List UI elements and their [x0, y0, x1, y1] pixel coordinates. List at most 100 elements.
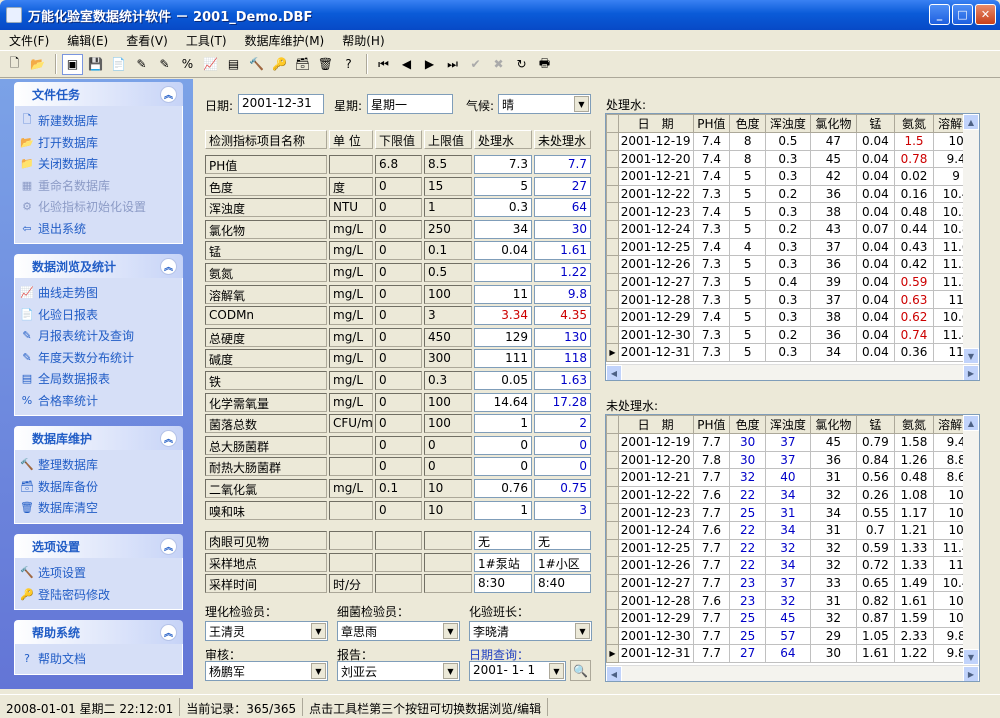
table-cell[interactable]: 34 — [765, 556, 811, 575]
table-cell[interactable]: 2001-12-21 — [617, 167, 694, 186]
chevron-down-icon[interactable]: ▼ — [311, 623, 326, 639]
row-indicator[interactable] — [606, 608, 619, 628]
table-cell[interactable]: 7.4 — [692, 149, 731, 169]
table-cell[interactable]: 0.16 — [893, 184, 935, 204]
arrow-up-icon[interactable]: ▲ — [963, 415, 979, 431]
table-cell[interactable]: 39 — [809, 272, 857, 292]
row-indicator[interactable] — [606, 433, 619, 452]
value-cell[interactable]: 0.76 — [474, 479, 532, 498]
table-cell[interactable]: 32 — [809, 608, 857, 628]
table-cell[interactable]: 7.3 — [692, 272, 731, 292]
value-cell[interactable]: 64 — [534, 198, 591, 218]
table-cell[interactable]: 7.3 — [692, 343, 731, 362]
sidebar-item-close-db[interactable]: 📁 关闭数据库 — [19, 153, 182, 175]
table-row[interactable]: 2001-12-21 7.7 32 40 31 0.56 0.48 8.6 — [606, 468, 979, 487]
table-cell[interactable]: 0.04 — [855, 343, 895, 362]
table-cell[interactable]: 36 — [809, 184, 857, 204]
table-cell[interactable]: 2001-12-27 — [617, 573, 694, 593]
table-cell[interactable]: 5 — [729, 255, 767, 274]
table-cell[interactable]: 38 — [809, 202, 857, 221]
table-cell[interactable]: 0.36 — [893, 343, 935, 362]
table-cell[interactable]: 23 — [729, 573, 767, 593]
sidebar-item-backup-db[interactable]: 🗃 数据库备份 — [19, 476, 182, 498]
table-cell[interactable]: 2.33 — [893, 626, 935, 646]
table-cell[interactable]: 37 — [765, 573, 811, 593]
table-cell[interactable]: 33 — [809, 573, 857, 593]
table-cell[interactable]: 5 — [729, 184, 767, 204]
table-cell[interactable]: 7.4 — [692, 307, 731, 327]
table-cell[interactable]: 8 — [729, 149, 767, 169]
panel-header[interactable]: 选项设置 ︽ — [14, 534, 183, 558]
row-indicator[interactable] — [606, 503, 619, 522]
table-cell[interactable]: 32 — [729, 468, 767, 487]
table-cell[interactable]: 7.3 — [692, 255, 731, 274]
table-cell[interactable]: 0.3 — [765, 343, 811, 362]
untreated-grid[interactable]: 日 期 PH值 色度 浑浊度 氯化物锰氨氮 溶解氧 2001-12-19 7.7 30 37 45 0… — [605, 414, 980, 682]
next-record-icon[interactable]: ▶ — [419, 54, 440, 75]
panel-header[interactable]: 数据浏览及统计 ︽ — [14, 254, 183, 278]
table-cell[interactable]: 7.8 — [692, 450, 731, 470]
table-cell[interactable]: 7.7 — [692, 503, 731, 522]
table-row[interactable]: 2001-12-26 7.3 5 0.3 36 0.04 0.42 11.2 — [606, 255, 979, 274]
table-cell[interactable]: 2001-12-28 — [617, 290, 694, 309]
table-cell[interactable]: 29 — [809, 626, 857, 646]
sidebar-item-rename-db[interactable]: ▦ 重命名数据库 — [19, 175, 182, 197]
cancel-icon[interactable]: ✖ — [488, 54, 509, 75]
table-row[interactable]: 2001-12-23 7.7 25 31 34 0.55 1.17 10 — [606, 503, 979, 522]
chief-select[interactable]: 李晓清 ▼ — [469, 621, 592, 641]
collapse-icon[interactable]: ︽ — [160, 85, 177, 103]
arrow-right-icon[interactable]: ▶ — [963, 365, 979, 380]
backup-icon[interactable]: 🗃 — [292, 54, 313, 75]
search-icon[interactable]: 🔍 — [570, 660, 591, 681]
value-cell[interactable]: 7.3 — [474, 155, 532, 174]
table-cell[interactable]: 0.59 — [855, 538, 895, 558]
row-indicator[interactable] — [606, 626, 619, 646]
table-cell[interactable]: 0.4 — [765, 272, 811, 292]
table-cell[interactable]: 2001-12-24 — [617, 520, 694, 540]
date-query-select[interactable]: 2001- 1- 1 ▼ — [469, 661, 566, 681]
chevron-down-icon[interactable]: ▼ — [574, 96, 589, 112]
table-cell[interactable]: 1#小区 — [534, 552, 591, 572]
table-cell[interactable]: 0.72 — [855, 556, 895, 575]
row-indicator[interactable] — [606, 520, 619, 540]
table-row[interactable]: 2001-12-19 7.4 8 0.5 47 0.04 1.5 10 — [606, 132, 979, 151]
table-row[interactable]: 2001-12-25 7.7 22 32 32 0.59 1.33 11.4 — [606, 538, 979, 558]
table-cell[interactable]: 0.63 — [893, 290, 935, 309]
table-cell[interactable]: 34 — [809, 343, 857, 362]
value-cell[interactable]: 30 — [534, 219, 591, 239]
table-icon[interactable]: ▤ — [223, 54, 244, 75]
row-indicator[interactable] — [606, 202, 619, 221]
table-cell[interactable]: 7.6 — [692, 591, 731, 610]
date-field[interactable]: 2001-12-31 — [238, 94, 324, 114]
table-cell[interactable]: 7.4 — [692, 132, 731, 151]
value-cell[interactable]: 34 — [474, 219, 532, 239]
menu-db-maintenance[interactable]: 数据库维护(M) — [236, 32, 334, 49]
table-row[interactable]: 2001-12-26 7.7 22 34 32 0.72 1.33 11 — [606, 556, 979, 575]
table-row[interactable]: 2001-12-30 7.7 25 57 29 1.05 2.33 9.8 — [606, 626, 979, 646]
menu-tools[interactable]: 工具(T) — [177, 32, 236, 49]
table-cell[interactable]: 7.6 — [692, 485, 731, 505]
table-cell[interactable]: 7.4 — [692, 167, 731, 186]
key-icon[interactable]: 🔑 — [269, 54, 290, 75]
table-cell[interactable]: 2001-12-19 — [617, 132, 694, 151]
table-cell[interactable]: 5 — [729, 325, 767, 345]
table-cell[interactable]: 32 — [809, 538, 857, 558]
table-row[interactable]: 2001-12-28 7.3 5 0.3 37 0.04 0.63 11 — [606, 290, 979, 309]
table-cell[interactable]: 2001-12-22 — [617, 485, 694, 505]
table-cell[interactable]: 7.7 — [692, 573, 731, 593]
monthly-stats-icon[interactable]: ✎ — [131, 54, 152, 75]
table-cell[interactable]: 0.42 — [893, 255, 935, 274]
table-cell[interactable]: 7.7 — [692, 538, 731, 558]
table-cell[interactable]: 0.3 — [765, 149, 811, 169]
tools-icon[interactable]: 🔨 — [246, 54, 267, 75]
row-indicator[interactable] — [606, 272, 619, 292]
row-indicator[interactable]: ▶ — [606, 343, 619, 362]
table-cell[interactable]: 0.59 — [893, 272, 935, 292]
sidebar-item-monthly[interactable]: ✎ 月报表统计及查询 — [19, 325, 182, 347]
table-cell[interactable]: 57 — [765, 626, 811, 646]
menu-view[interactable]: 查看(V) — [117, 32, 177, 49]
table-cell[interactable]: 0.84 — [855, 450, 895, 470]
table-cell[interactable]: 0.55 — [855, 503, 895, 522]
sidebar-item-open-db[interactable]: 📂 打开数据库 — [19, 132, 182, 154]
table-cell[interactable]: 0.2 — [765, 184, 811, 204]
